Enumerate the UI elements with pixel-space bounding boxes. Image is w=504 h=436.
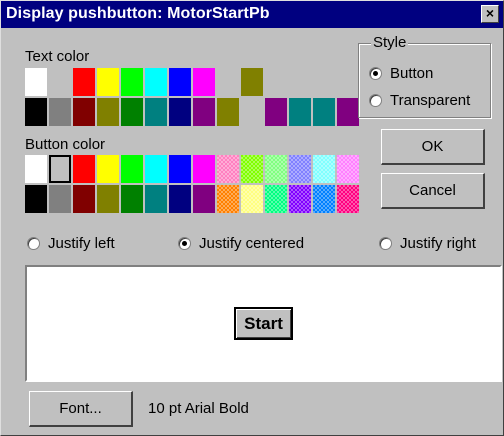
button-color-label: Button color [25, 136, 106, 153]
button-color-swatch[interactable] [241, 185, 263, 213]
text-color-swatch[interactable] [25, 68, 47, 96]
justify-centered-radio[interactable]: Justify centered [178, 235, 304, 252]
text-color-swatch[interactable] [337, 68, 359, 96]
preview-button-label: Start [244, 313, 283, 333]
text-color-swatch[interactable] [241, 68, 263, 96]
button-color-swatch[interactable] [289, 155, 311, 183]
text-color-label: Text color [25, 48, 90, 65]
radio-icon [369, 94, 382, 107]
button-color-swatch[interactable] [49, 155, 71, 183]
text-color-swatch[interactable] [145, 98, 167, 126]
text-color-swatch[interactable] [121, 68, 143, 96]
button-color-swatch[interactable] [313, 155, 335, 183]
title-bar[interactable]: Display pushbutton: MotorStartPb × [1, 1, 503, 28]
text-color-swatch[interactable] [121, 98, 143, 126]
ok-button[interactable]: OK [381, 129, 485, 165]
text-color-swatch[interactable] [169, 68, 191, 96]
button-color-swatch[interactable] [73, 155, 95, 183]
ok-button-label: OK [421, 138, 444, 155]
style-transparent-radio[interactable]: Transparent [369, 92, 470, 109]
text-color-swatch[interactable] [313, 68, 335, 96]
button-color-swatch[interactable] [289, 185, 311, 213]
text-color-swatch[interactable] [97, 68, 119, 96]
button-color-swatch[interactable] [241, 155, 263, 183]
text-color-swatch[interactable] [217, 98, 239, 126]
text-color-swatch[interactable] [25, 98, 47, 126]
text-color-swatch[interactable] [337, 98, 359, 126]
button-color-swatch[interactable] [169, 185, 191, 213]
style-group-label: Style [371, 34, 409, 51]
justify-left-radio[interactable]: Justify left [27, 235, 115, 252]
text-color-swatch[interactable] [73, 98, 95, 126]
style-button-radio[interactable]: Button [369, 65, 433, 82]
justify-right-radio[interactable]: Justify right [379, 235, 476, 252]
radio-icon [178, 237, 191, 250]
text-color-swatch[interactable] [265, 98, 287, 126]
font-button-label: Font... [59, 400, 102, 417]
style-groupbox: Style Button Transparent [358, 34, 491, 118]
button-color-swatch[interactable] [49, 185, 71, 213]
preview-pane: Start [25, 265, 502, 382]
font-button[interactable]: Font... [29, 391, 133, 427]
button-color-swatch[interactable] [145, 185, 167, 213]
cancel-button[interactable]: Cancel [381, 173, 485, 209]
text-color-swatch[interactable] [241, 98, 263, 126]
text-color-swatch[interactable] [289, 98, 311, 126]
button-color-swatch[interactable] [169, 155, 191, 183]
justify-left-label: Justify left [48, 235, 115, 252]
text-color-swatch[interactable] [73, 68, 95, 96]
style-button-label: Button [390, 65, 434, 82]
button-color-swatch[interactable] [217, 155, 239, 183]
button-color-swatch[interactable] [217, 185, 239, 213]
button-color-swatch[interactable] [73, 185, 95, 213]
radio-icon [369, 67, 382, 80]
button-color-swatch[interactable] [25, 185, 47, 213]
cancel-button-label: Cancel [409, 182, 456, 199]
text-color-swatch[interactable] [289, 68, 311, 96]
radio-icon [27, 237, 40, 250]
text-color-swatch[interactable] [313, 98, 335, 126]
button-color-swatch[interactable] [193, 185, 215, 213]
button-color-swatch[interactable] [121, 185, 143, 213]
preview-start-button: Start [234, 307, 293, 340]
button-color-swatch[interactable] [337, 155, 359, 183]
text-color-swatch[interactable] [145, 68, 167, 96]
font-description: 10 pt Arial Bold [148, 400, 249, 417]
button-color-swatch[interactable] [193, 155, 215, 183]
justify-right-label: Justify right [400, 235, 476, 252]
button-color-swatch[interactable] [265, 185, 287, 213]
style-transparent-label: Transparent [390, 92, 471, 109]
button-color-swatch[interactable] [145, 155, 167, 183]
button-color-swatch[interactable] [97, 155, 119, 183]
button-color-swatch[interactable] [265, 155, 287, 183]
text-color-swatch[interactable] [169, 98, 191, 126]
text-color-swatch[interactable] [265, 68, 287, 96]
close-button[interactable]: × [481, 5, 499, 23]
button-color-swatch[interactable] [97, 185, 119, 213]
justify-centered-label: Justify centered [199, 235, 305, 252]
text-color-swatch[interactable] [49, 98, 71, 126]
text-color-swatch[interactable] [97, 98, 119, 126]
button-color-swatch[interactable] [337, 185, 359, 213]
radio-icon [379, 237, 392, 250]
text-color-swatch[interactable] [193, 98, 215, 126]
dialog-window: Display pushbutton: MotorStartPb × Text … [0, 0, 504, 436]
text-color-swatch[interactable] [193, 68, 215, 96]
button-color-swatch[interactable] [25, 155, 47, 183]
window-title: Display pushbutton: MotorStartPb [6, 5, 270, 22]
close-icon: × [485, 5, 495, 21]
text-color-swatch[interactable] [217, 68, 239, 96]
button-color-swatch[interactable] [313, 185, 335, 213]
button-color-swatch[interactable] [121, 155, 143, 183]
text-color-swatch[interactable] [49, 68, 71, 96]
